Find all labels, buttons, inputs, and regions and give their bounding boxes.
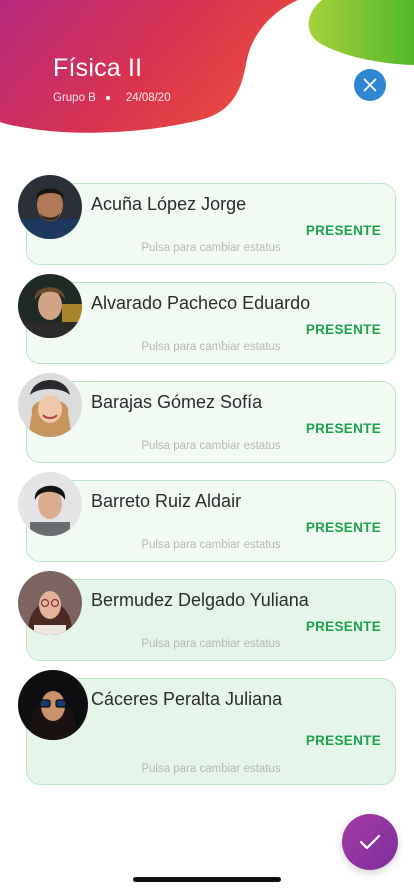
attendance-status[interactable]: PRESENTE [306,223,381,238]
avatar [18,571,82,635]
attendance-status[interactable]: PRESENTE [306,421,381,436]
student-name: Alvarado Pacheco Eduardo [91,293,311,313]
student-name: Barajas Gómez Sofía [91,392,263,412]
avatar [18,274,82,338]
page-title: Física II [53,54,143,82]
change-status-hint: Pulsa para cambiar estatus [141,638,281,650]
student-card[interactable]: Barreto Ruiz Aldair PRESENTE Pulsa para … [26,480,396,562]
header-accent-shape [308,0,414,65]
change-status-hint: Pulsa para cambiar estatus [141,341,281,353]
avatar [18,175,82,239]
change-status-hint: Pulsa para cambiar estatus [141,763,281,775]
student-name: Barreto Ruiz Aldair [91,491,242,511]
avatar [18,472,82,536]
student-name: Cáceres Peralta Juliana [91,689,283,709]
change-status-hint: Pulsa para cambiar estatus [141,539,281,551]
avatar [18,373,82,437]
close-button[interactable] [354,69,386,101]
student-card[interactable]: Alvarado Pacheco Eduardo PRESENTE Pulsa … [26,282,396,364]
student-card[interactable]: Acuña López Jorge PRESENTE Pulsa para ca… [26,183,396,265]
separator-dot [105,96,110,100]
change-status-hint: Pulsa para cambiar estatus [141,440,281,452]
student-card[interactable]: Bermudez Delgado Yuliana PRESENTE Pulsa … [26,579,396,661]
attendance-status[interactable]: PRESENTE [306,520,381,535]
change-status-hint: Pulsa para cambiar estatus [141,242,281,254]
avatar [18,670,88,740]
confirm-button[interactable] [342,814,398,870]
student-name: Acuña López Jorge [91,194,247,214]
student-name: Bermudez Delgado Yuliana [91,590,309,610]
home-indicator[interactable] [133,877,281,882]
attendance-status[interactable]: PRESENTE [306,733,381,748]
close-icon [363,78,377,92]
date-label: 24/08/20 [125,92,171,104]
group-label: Grupo B [53,92,96,104]
attendance-status[interactable]: PRESENTE [306,322,381,337]
student-card[interactable]: Barajas Gómez Sofía PRESENTE Pulsa para … [26,381,396,463]
attendance-status[interactable]: PRESENTE [306,619,381,634]
check-icon [359,834,381,850]
class-meta: Grupo B 24/08/20 [53,92,171,104]
